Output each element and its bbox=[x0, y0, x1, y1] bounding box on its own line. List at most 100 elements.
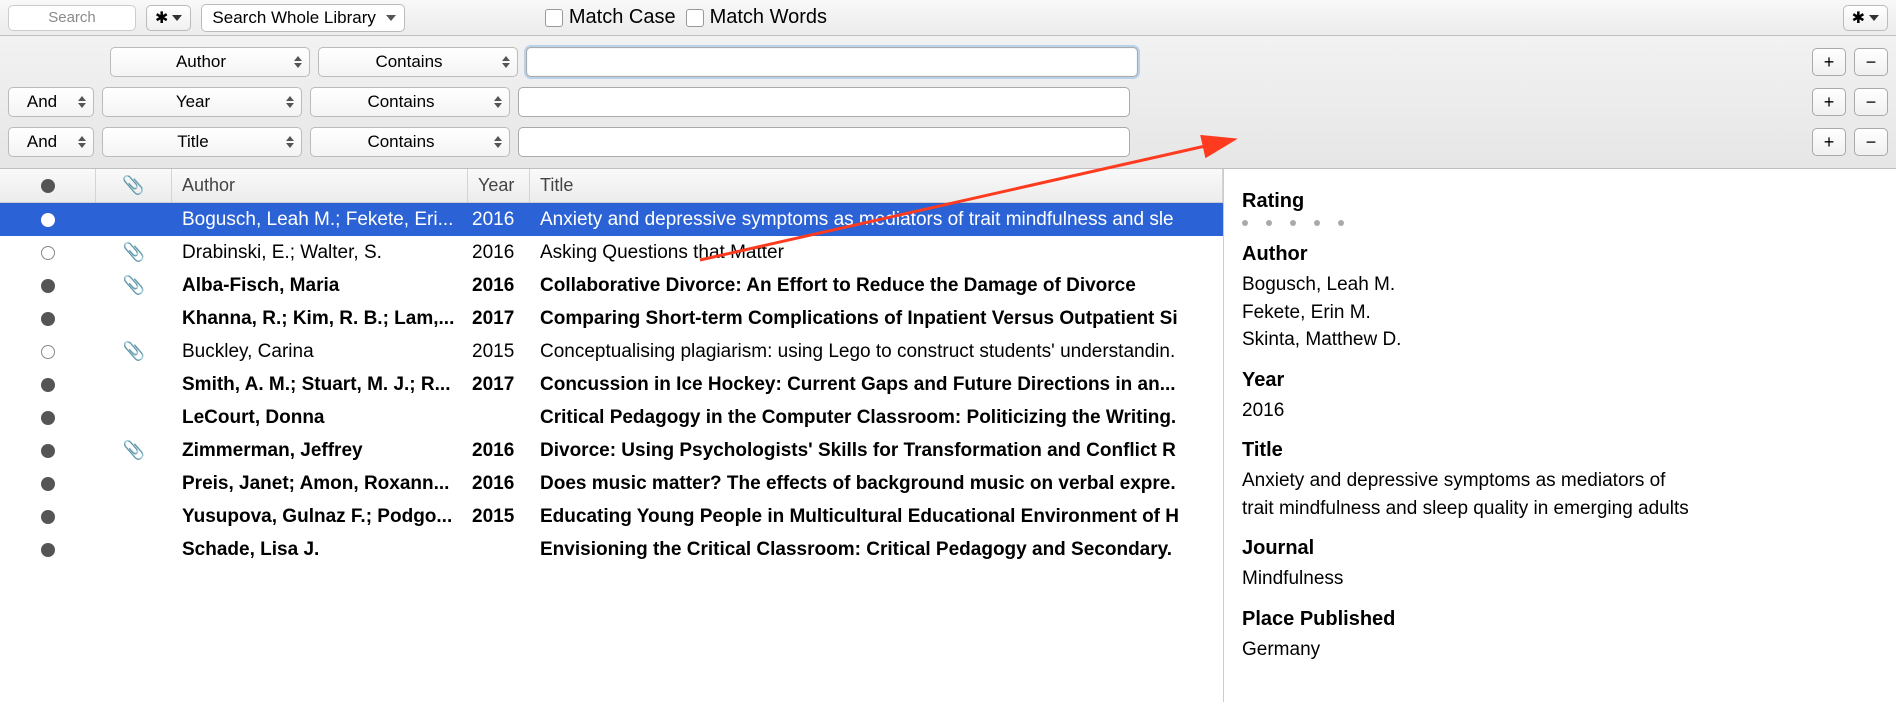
column-attach[interactable]: 📎 bbox=[96, 169, 172, 202]
author-label: Author bbox=[1242, 240, 1878, 269]
field-select[interactable]: Year bbox=[102, 87, 302, 117]
remove-criterion-button[interactable]: − bbox=[1854, 128, 1888, 156]
attachment-indicator[interactable] bbox=[96, 533, 172, 566]
read-status[interactable] bbox=[0, 302, 96, 335]
attachment-indicator[interactable]: 📎 bbox=[96, 335, 172, 368]
match-mode-select[interactable]: Contains bbox=[310, 127, 510, 157]
rating-dot-icon bbox=[1290, 220, 1296, 226]
attachment-indicator[interactable] bbox=[96, 467, 172, 500]
advanced-search: AuthorContains+−AndYearContains+−AndTitl… bbox=[0, 36, 1896, 169]
attachment-indicator[interactable]: 📎 bbox=[96, 434, 172, 467]
read-status[interactable] bbox=[0, 434, 96, 467]
author-cell: Drabinski, E.; Walter, S. bbox=[172, 236, 468, 269]
remove-criterion-button[interactable]: − bbox=[1854, 48, 1888, 76]
attachment-indicator[interactable] bbox=[96, 203, 172, 236]
table-row[interactable]: Bogusch, Leah M.; Fekete, Eri...2016Anxi… bbox=[0, 203, 1223, 236]
paperclip-icon: 📎 bbox=[123, 341, 145, 362]
field-select[interactable]: Author bbox=[110, 47, 310, 77]
match-case-checkbox[interactable]: Match Case bbox=[545, 6, 676, 29]
read-status[interactable] bbox=[0, 401, 96, 434]
year-cell: 2015 bbox=[468, 335, 530, 368]
read-status[interactable] bbox=[0, 236, 96, 269]
year-cell bbox=[468, 533, 530, 566]
attachment-indicator[interactable]: 📎 bbox=[96, 269, 172, 302]
search-scope-label: Search Whole Library bbox=[212, 8, 375, 28]
column-year[interactable]: Year bbox=[468, 169, 530, 202]
updown-icon bbox=[75, 96, 93, 108]
column-title[interactable]: Title bbox=[530, 169, 1223, 202]
table-row[interactable]: LeCourt, DonnaCritical Pedagogy in the C… bbox=[0, 401, 1223, 434]
add-criterion-button[interactable]: + bbox=[1812, 128, 1846, 156]
search-value-input[interactable] bbox=[518, 87, 1130, 117]
checkbox-icon bbox=[686, 9, 704, 27]
add-criterion-button[interactable]: + bbox=[1812, 48, 1846, 76]
year-cell: 2016 bbox=[468, 236, 530, 269]
match-words-checkbox[interactable]: Match Words bbox=[686, 6, 827, 29]
read-dot-icon bbox=[41, 411, 55, 425]
match-words-label: Match Words bbox=[710, 6, 827, 29]
gear-icon: ✱ bbox=[1852, 8, 1865, 28]
search-scope-select[interactable]: Search Whole Library bbox=[201, 4, 404, 32]
updown-icon bbox=[491, 136, 509, 148]
attachment-indicator[interactable] bbox=[96, 500, 172, 533]
table-row[interactable]: 📎Zimmerman, Jeffrey2016Divorce: Using Ps… bbox=[0, 434, 1223, 467]
logic-op-select[interactable]: And bbox=[8, 87, 94, 117]
year-label: Year bbox=[1242, 366, 1878, 395]
read-status[interactable] bbox=[0, 467, 96, 500]
title-value: Anxiety and depressive symptoms as media… bbox=[1242, 467, 1702, 522]
attachment-indicator[interactable] bbox=[96, 302, 172, 335]
rating-dot-icon bbox=[1338, 220, 1344, 226]
table-row[interactable]: 📎Buckley, Carina2015Conceptualising plag… bbox=[0, 335, 1223, 368]
rating-label: Rating bbox=[1242, 187, 1878, 216]
search-input[interactable]: Search bbox=[8, 5, 136, 31]
table-row[interactable]: Schade, Lisa J.Envisioning the Critical … bbox=[0, 533, 1223, 566]
match-mode-select[interactable]: Contains bbox=[318, 47, 518, 77]
read-status[interactable] bbox=[0, 368, 96, 401]
author-cell: Schade, Lisa J. bbox=[172, 533, 468, 566]
read-dot-icon bbox=[41, 213, 55, 227]
title-cell: Concussion in Ice Hockey: Current Gaps a… bbox=[530, 368, 1223, 401]
attachment-indicator[interactable]: 📎 bbox=[96, 236, 172, 269]
attachment-indicator[interactable] bbox=[96, 368, 172, 401]
field-label: Title bbox=[103, 132, 283, 152]
panel-gear-button[interactable]: ✱ bbox=[1843, 5, 1888, 31]
updown-icon bbox=[283, 96, 301, 108]
read-status[interactable] bbox=[0, 335, 96, 368]
author-line: Fekete, Erin M. bbox=[1242, 299, 1878, 327]
author-value: Bogusch, Leah M.Fekete, Erin M.Skinta, M… bbox=[1242, 271, 1878, 354]
read-status[interactable] bbox=[0, 500, 96, 533]
read-status[interactable] bbox=[0, 533, 96, 566]
match-mode-label: Contains bbox=[319, 52, 499, 72]
attachment-indicator[interactable] bbox=[96, 401, 172, 434]
place-published-label: Place Published bbox=[1242, 605, 1878, 634]
table-row[interactable]: Smith, A. M.; Stuart, M. J.; R...2017Con… bbox=[0, 368, 1223, 401]
toolbar-gear-button[interactable]: ✱ bbox=[146, 5, 191, 31]
table-row[interactable]: 📎Alba-Fisch, Maria2016Collaborative Divo… bbox=[0, 269, 1223, 302]
table-row[interactable]: 📎Drabinski, E.; Walter, S.2016Asking Que… bbox=[0, 236, 1223, 269]
field-select[interactable]: Title bbox=[102, 127, 302, 157]
field-label: Author bbox=[111, 52, 291, 72]
table-row[interactable]: Yusupova, Gulnaz F.; Podgo...2015Educati… bbox=[0, 500, 1223, 533]
search-value-input[interactable] bbox=[526, 47, 1138, 77]
match-mode-select[interactable]: Contains bbox=[310, 87, 510, 117]
year-cell: 2015 bbox=[468, 500, 530, 533]
title-cell: Critical Pedagogy in the Computer Classr… bbox=[530, 401, 1223, 434]
read-dot-icon bbox=[41, 444, 55, 458]
read-status[interactable] bbox=[0, 269, 96, 302]
read-status[interactable] bbox=[0, 203, 96, 236]
remove-criterion-button[interactable]: − bbox=[1854, 88, 1888, 116]
field-label: Year bbox=[103, 92, 283, 112]
add-criterion-button[interactable]: + bbox=[1812, 88, 1846, 116]
read-dot-icon bbox=[41, 378, 55, 392]
column-author[interactable]: Author bbox=[172, 169, 468, 202]
column-read[interactable] bbox=[0, 169, 96, 202]
advanced-row: And Title Contains +− bbox=[0, 122, 1896, 162]
checkbox-icon bbox=[545, 9, 563, 27]
match-case-label: Match Case bbox=[569, 6, 676, 29]
search-value-input[interactable] bbox=[518, 127, 1130, 157]
table-row[interactable]: Preis, Janet; Amon, Roxann...2016Does mu… bbox=[0, 467, 1223, 500]
table-row[interactable]: Khanna, R.; Kim, R. B.; Lam,...2017Compa… bbox=[0, 302, 1223, 335]
rating-control[interactable] bbox=[1242, 220, 1878, 226]
logic-op-select[interactable]: And bbox=[8, 127, 94, 157]
read-dot-icon bbox=[41, 510, 55, 524]
